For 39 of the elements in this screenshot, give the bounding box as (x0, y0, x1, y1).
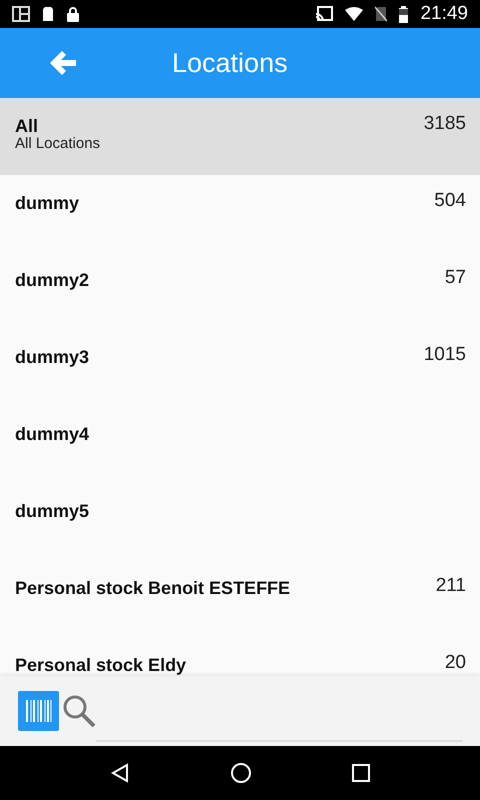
location-name: All (15, 116, 40, 136)
location-item[interactable]: dummy4 (0, 406, 480, 483)
location-name: Personal stock Eldy (15, 655, 186, 675)
location-item[interactable]: dummy3 1015 (0, 329, 480, 406)
lock-icon (66, 6, 80, 22)
location-description: All Locations (15, 136, 100, 152)
battery-icon (399, 6, 408, 22)
search-icon (62, 694, 96, 728)
location-name: Personal stock Benoit ESTEFFE (15, 578, 290, 598)
location-name: dummy (15, 193, 80, 213)
item-count: 1015 (424, 345, 466, 365)
location-name: dummy5 (15, 501, 90, 521)
sim-card-icon (42, 6, 54, 22)
location-item[interactable]: Personal stock Benoit ESTEFFE 211 (0, 560, 480, 637)
item-count: 3185 (424, 114, 466, 134)
item-count: 20 (444, 653, 466, 673)
back-button[interactable] (49, 50, 77, 76)
location-name: dummy4 (15, 424, 90, 444)
item-count: 211 (436, 576, 466, 596)
location-name: dummy2 (15, 270, 90, 290)
location-item[interactable]: dummy5 (0, 483, 480, 560)
window-icon (12, 6, 30, 22)
recents-icon[interactable] (352, 764, 370, 782)
location-name: dummy3 (15, 347, 90, 367)
back-icon[interactable] (110, 763, 130, 783)
clock: 21:49 (420, 3, 468, 25)
barcode-icon (24, 697, 54, 725)
cast-icon (315, 6, 334, 22)
location-item[interactable]: dummy2 57 (0, 252, 480, 329)
location-item[interactable]: Personal stock Eldy 20 (0, 637, 480, 676)
no-sim-icon (375, 6, 388, 22)
screen-title: Locations (172, 48, 288, 78)
location-item[interactable]: dummy 504 (0, 175, 480, 252)
barcode-scan-button[interactable] (18, 691, 59, 731)
item-count: 504 (434, 191, 466, 211)
location-item[interactable]: All All Locations 3185 (0, 98, 480, 175)
home-icon[interactable] (230, 762, 252, 784)
wifi-icon (345, 7, 364, 21)
item-count: 57 (444, 268, 466, 288)
